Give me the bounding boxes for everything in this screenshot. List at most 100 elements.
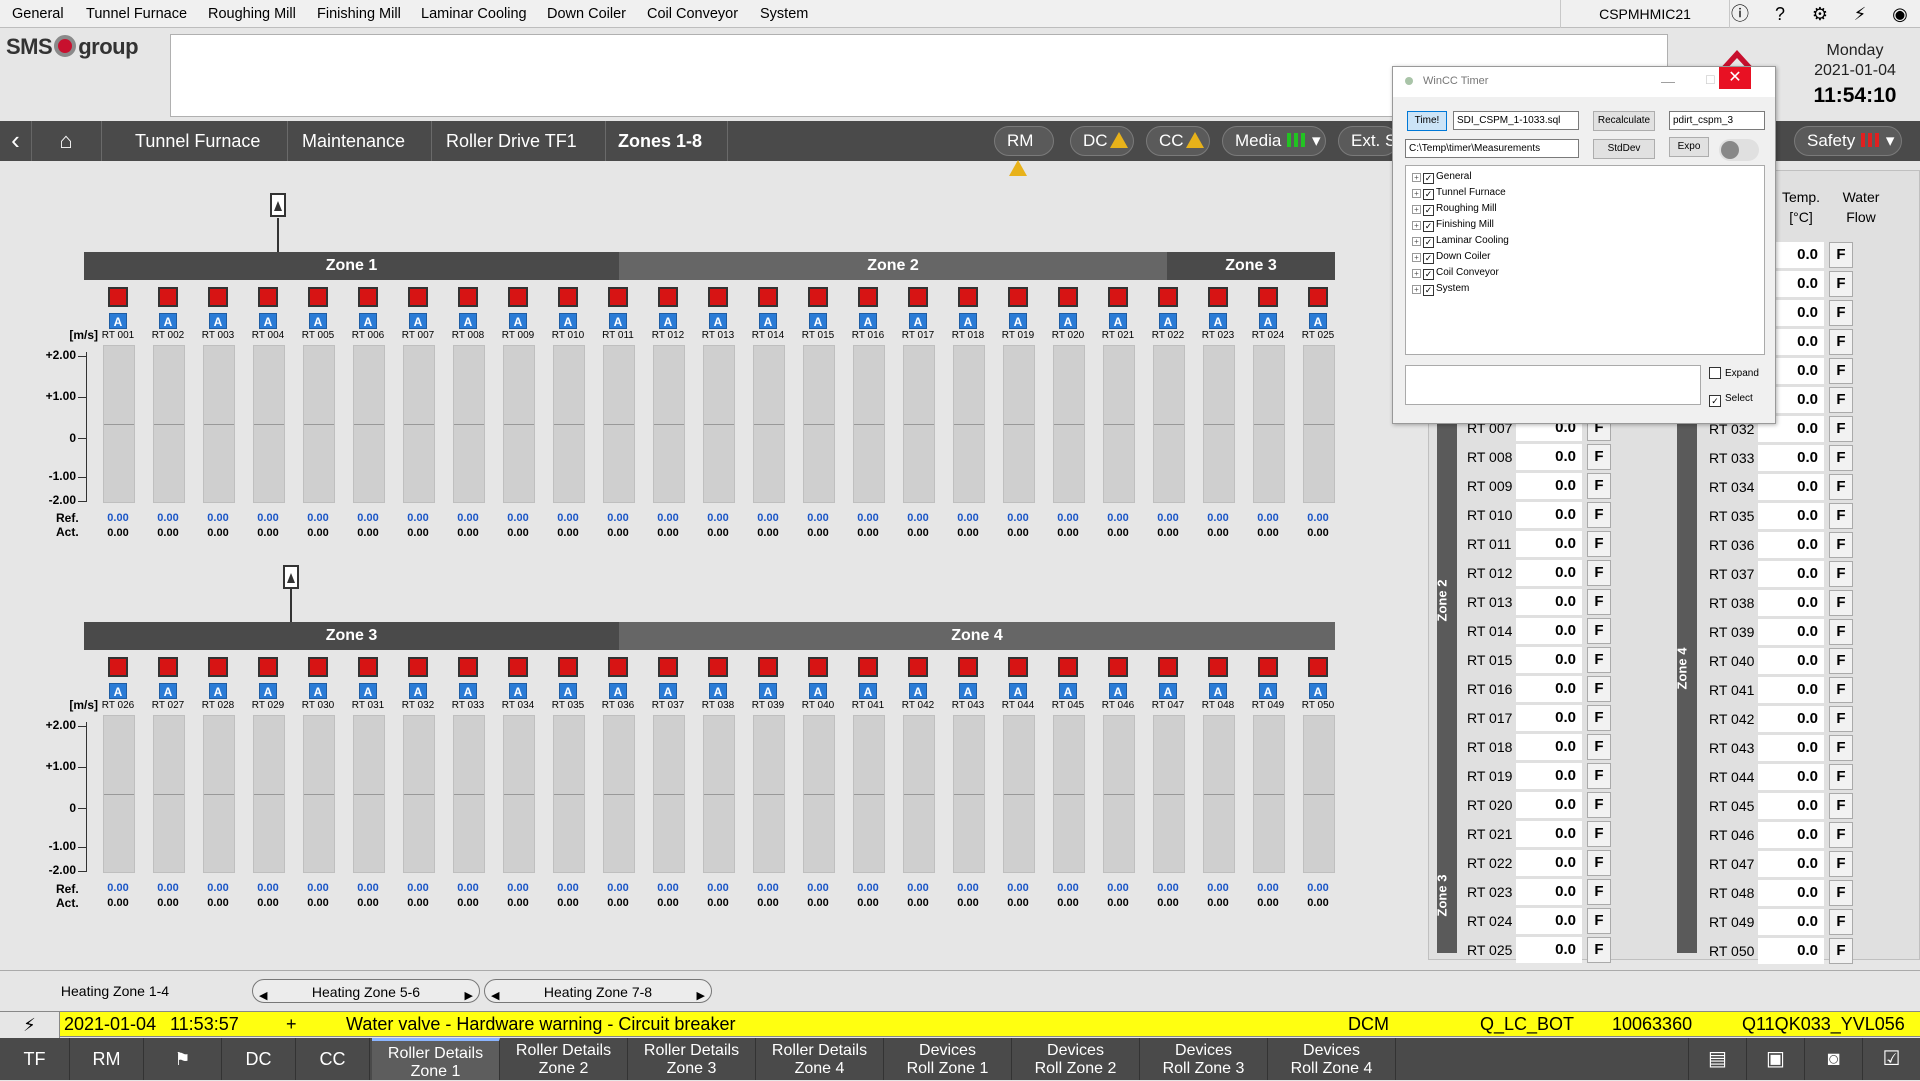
roller-auto-button[interactable]: A [1159, 313, 1177, 329]
menu-laminar-cooling[interactable]: Laminar Cooling [421, 6, 527, 22]
flow-button[interactable]: F [1587, 879, 1611, 905]
roller-auto-button[interactable]: A [959, 313, 977, 329]
roller-auto-button[interactable]: A [1309, 313, 1327, 329]
roller-auto-button[interactable]: A [209, 683, 227, 699]
roller-status-indicator[interactable] [708, 657, 728, 677]
expand-checkbox[interactable]: Expand [1709, 367, 1759, 379]
flow-button[interactable]: F [1829, 532, 1853, 558]
roller-auto-button[interactable]: A [1209, 683, 1227, 699]
crumb-tunnel-furnace[interactable]: Tunnel Furnace [135, 121, 260, 161]
tree-checkbox[interactable]: ✓ [1423, 285, 1434, 296]
bottom-tab[interactable]: Roller Details Zone 4 [756, 1038, 884, 1080]
expand-plus-icon[interactable]: + [1412, 253, 1421, 262]
roller-status-indicator[interactable] [508, 287, 528, 307]
roller-status-indicator[interactable] [358, 657, 378, 677]
roller-auto-button[interactable]: A [1009, 683, 1027, 699]
select-checkbox[interactable]: ✓ Select [1709, 393, 1753, 407]
flow-button[interactable]: F [1587, 676, 1611, 702]
monitor-icon[interactable]: ▤ [1688, 1038, 1746, 1080]
cc-button[interactable]: CC [296, 1038, 370, 1080]
bottom-tab[interactable]: Roller Details Zone 3 [628, 1038, 756, 1080]
roller-auto-button[interactable]: A [309, 683, 327, 699]
roller-auto-button[interactable]: A [759, 683, 777, 699]
roller-auto-button[interactable]: A [959, 683, 977, 699]
roller-auto-button[interactable]: A [509, 683, 527, 699]
flow-button[interactable]: F [1829, 358, 1853, 384]
flow-button[interactable]: F [1587, 821, 1611, 847]
roller-auto-button[interactable]: A [409, 313, 427, 329]
roller-status-indicator[interactable] [258, 287, 278, 307]
flow-button[interactable]: F [1829, 909, 1853, 935]
time-button[interactable]: Time! [1407, 111, 1447, 131]
roller-status-indicator[interactable] [858, 287, 878, 307]
flow-button[interactable]: F [1829, 822, 1853, 848]
flow-button[interactable]: F [1829, 271, 1853, 297]
stddev-button[interactable]: StdDev [1593, 139, 1655, 159]
expand-plus-icon[interactable]: + [1412, 205, 1421, 214]
expand-plus-icon[interactable]: + [1412, 189, 1421, 198]
roller-status-indicator[interactable] [808, 287, 828, 307]
flow-button[interactable]: F [1829, 706, 1853, 732]
roller-auto-button[interactable]: A [309, 313, 327, 329]
tree-item[interactable]: + ✓ System [1412, 282, 1469, 296]
back-arrow-icon[interactable]: ‹ [0, 121, 32, 161]
roller-auto-button[interactable]: A [709, 683, 727, 699]
menu-finishing-mill[interactable]: Finishing Mill [317, 6, 401, 22]
flow-button[interactable]: F [1587, 908, 1611, 934]
crumb-zones[interactable]: Zones 1-8 [618, 121, 702, 161]
tree-checkbox[interactable]: ✓ [1423, 205, 1434, 216]
alarm-bar[interactable]: ⚡ 2021-01-04 11:53:57 + Water valve - Ha… [0, 1011, 1920, 1038]
roller-status-indicator[interactable] [858, 657, 878, 677]
maximize-icon[interactable]: ☐ [1705, 73, 1716, 87]
tree-item[interactable]: + ✓ Down Coiler [1412, 250, 1490, 264]
roller-status-indicator[interactable] [958, 657, 978, 677]
roller-auto-button[interactable]: A [1109, 683, 1127, 699]
roller-status-indicator[interactable] [1308, 287, 1328, 307]
roller-auto-button[interactable]: A [659, 683, 677, 699]
flow-button[interactable]: F [1587, 531, 1611, 557]
roller-status-indicator[interactable] [1058, 287, 1078, 307]
heating-zone-7-8[interactable]: ◀ Heating Zone 7-8 ▶ [484, 979, 712, 1003]
roller-auto-button[interactable]: A [909, 683, 927, 699]
recalculate-button[interactable]: Recalculate [1593, 111, 1655, 131]
tree-item[interactable]: + ✓ Tunnel Furnace [1412, 186, 1506, 200]
roller-auto-button[interactable]: A [609, 683, 627, 699]
roller-status-indicator[interactable] [1208, 657, 1228, 677]
roller-auto-button[interactable]: A [109, 313, 127, 329]
close-icon[interactable]: ✕ [1719, 67, 1751, 89]
roller-status-indicator[interactable] [1258, 287, 1278, 307]
roller-status-indicator[interactable] [1308, 657, 1328, 677]
tree-item[interactable]: + ✓ Roughing Mill [1412, 202, 1497, 216]
expand-plus-icon[interactable]: + [1412, 237, 1421, 246]
menu-system[interactable]: System [760, 6, 808, 22]
roller-auto-button[interactable]: A [359, 683, 377, 699]
position-marker[interactable] [283, 565, 299, 589]
roller-auto-button[interactable]: A [1009, 313, 1027, 329]
roller-auto-button[interactable]: A [759, 313, 777, 329]
flow-button[interactable]: F [1829, 242, 1853, 268]
tree-checkbox[interactable]: ✓ [1423, 253, 1434, 264]
file-input[interactable]: SDI_CSPM_1-1033.sql [1453, 111, 1579, 130]
roller-status-indicator[interactable] [708, 287, 728, 307]
safety-pill[interactable]: Safety ▾ [1794, 126, 1902, 156]
roller-auto-button[interactable]: A [1259, 683, 1277, 699]
roller-auto-button[interactable]: A [709, 313, 727, 329]
display-settings-icon[interactable]: ▣ [1746, 1038, 1804, 1080]
flow-button[interactable]: F [1829, 329, 1853, 355]
roller-status-indicator[interactable] [1108, 287, 1128, 307]
roller-status-indicator[interactable] [1258, 657, 1278, 677]
flow-button[interactable]: F [1829, 387, 1853, 413]
help-icon[interactable]: ? [1766, 3, 1794, 25]
roller-auto-button[interactable]: A [1109, 313, 1127, 329]
position-marker[interactable] [270, 193, 286, 217]
roller-status-indicator[interactable] [1008, 657, 1028, 677]
camera-icon[interactable]: ◙ [1804, 1038, 1862, 1080]
roller-status-indicator[interactable] [658, 657, 678, 677]
roller-status-indicator[interactable] [258, 657, 278, 677]
log-box[interactable] [1405, 365, 1701, 405]
expo-button[interactable]: Expo [1669, 137, 1709, 157]
flow-button[interactable]: F [1587, 792, 1611, 818]
minimize-icon[interactable]: — [1661, 73, 1675, 89]
roller-auto-button[interactable]: A [559, 313, 577, 329]
roller-status-indicator[interactable] [908, 657, 928, 677]
